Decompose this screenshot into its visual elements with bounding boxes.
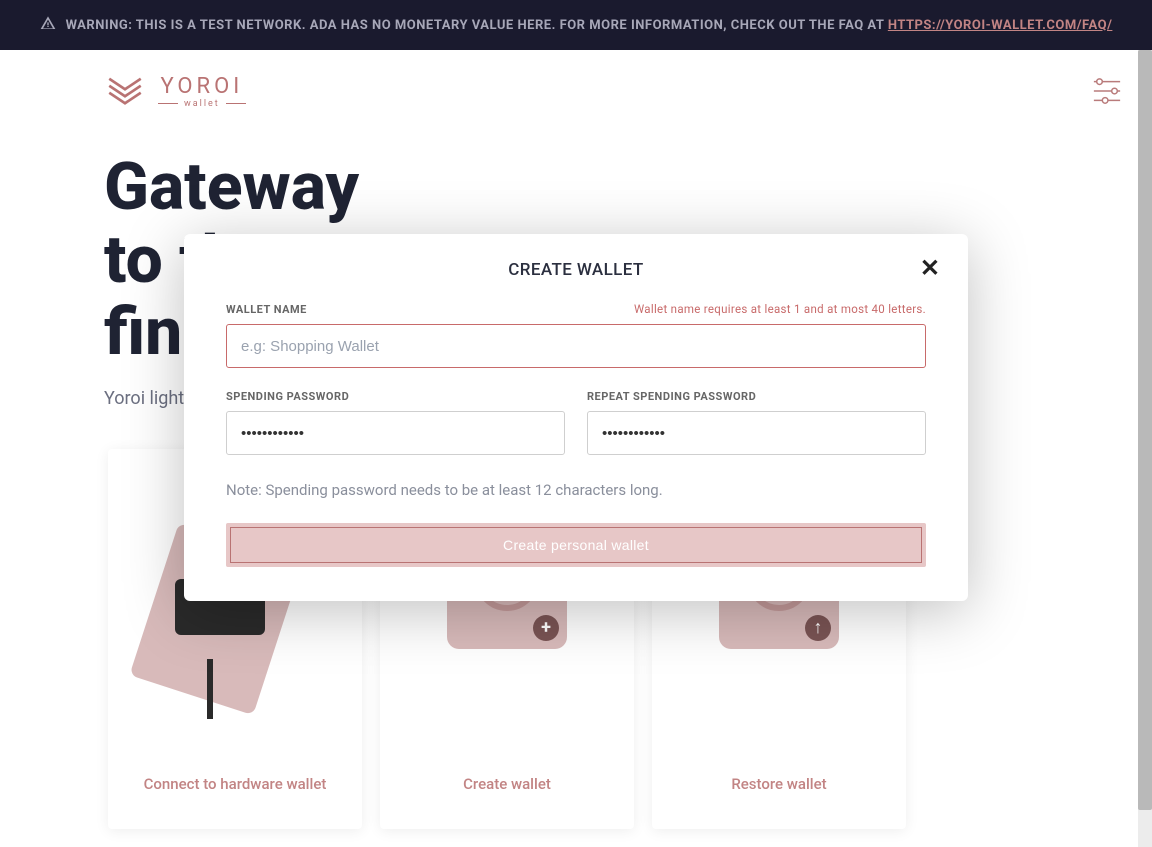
modal-title: CREATE WALLET	[226, 260, 926, 280]
create-wallet-modal: CREATE WALLET ✕ WALLET NAME Wallet name …	[184, 234, 968, 601]
repeat-password-input[interactable]	[587, 411, 926, 455]
create-personal-wallet-button[interactable]: Create personal wallet	[230, 527, 922, 563]
repeat-password-label: REPEAT SPENDING PASSWORD	[587, 390, 926, 403]
wallet-name-input[interactable]	[226, 324, 926, 368]
wallet-name-field-row: WALLET NAME Wallet name requires at leas…	[226, 302, 926, 368]
password-fields-row: SPENDING PASSWORD REPEAT SPENDING PASSWO…	[226, 390, 926, 455]
spending-password-label: SPENDING PASSWORD	[226, 390, 565, 403]
wallet-name-error: Wallet name requires at least 1 and at m…	[634, 302, 926, 316]
wallet-name-label: WALLET NAME	[226, 303, 307, 316]
password-note: Note: Spending password needs to be at l…	[226, 481, 926, 499]
submit-button-wrap: Create personal wallet	[226, 523, 926, 567]
spending-password-input[interactable]	[226, 411, 565, 455]
close-icon[interactable]: ✕	[920, 256, 940, 280]
